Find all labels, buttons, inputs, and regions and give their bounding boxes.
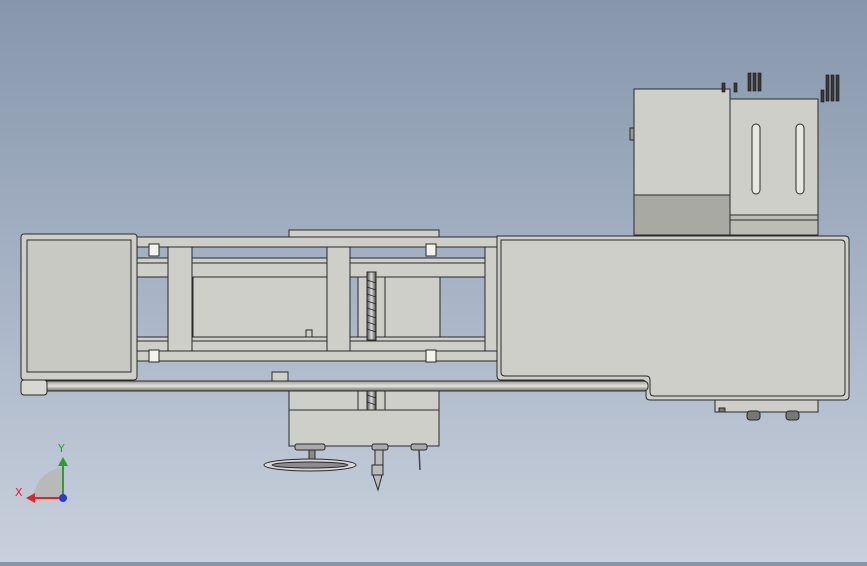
probe-pin <box>418 449 421 471</box>
motor-housing <box>629 88 819 236</box>
carriage-stud <box>305 329 313 338</box>
carriage-window <box>192 276 328 338</box>
tool-head-block <box>288 409 440 447</box>
bottom-bracket <box>714 399 819 413</box>
ball-screw-lower <box>366 390 377 411</box>
wheel-shaft <box>308 449 316 461</box>
terminal-pins <box>721 72 840 103</box>
rod-clamp <box>271 371 289 382</box>
top-plate <box>288 229 440 238</box>
rod-end-cap <box>20 379 48 396</box>
triad-quadrant <box>33 468 62 498</box>
left-end-panel <box>26 239 132 373</box>
right-body <box>496 235 850 401</box>
cad-model-drawing <box>20 72 850 503</box>
spindle-tool <box>371 449 384 492</box>
axis-triad <box>26 457 68 503</box>
y-axis-label: Y <box>58 442 65 455</box>
guide-rod <box>27 380 649 392</box>
cad-viewport[interactable]: X Y <box>0 0 867 562</box>
z-axis-dot <box>59 494 67 502</box>
x-axis-label: X <box>15 486 23 499</box>
